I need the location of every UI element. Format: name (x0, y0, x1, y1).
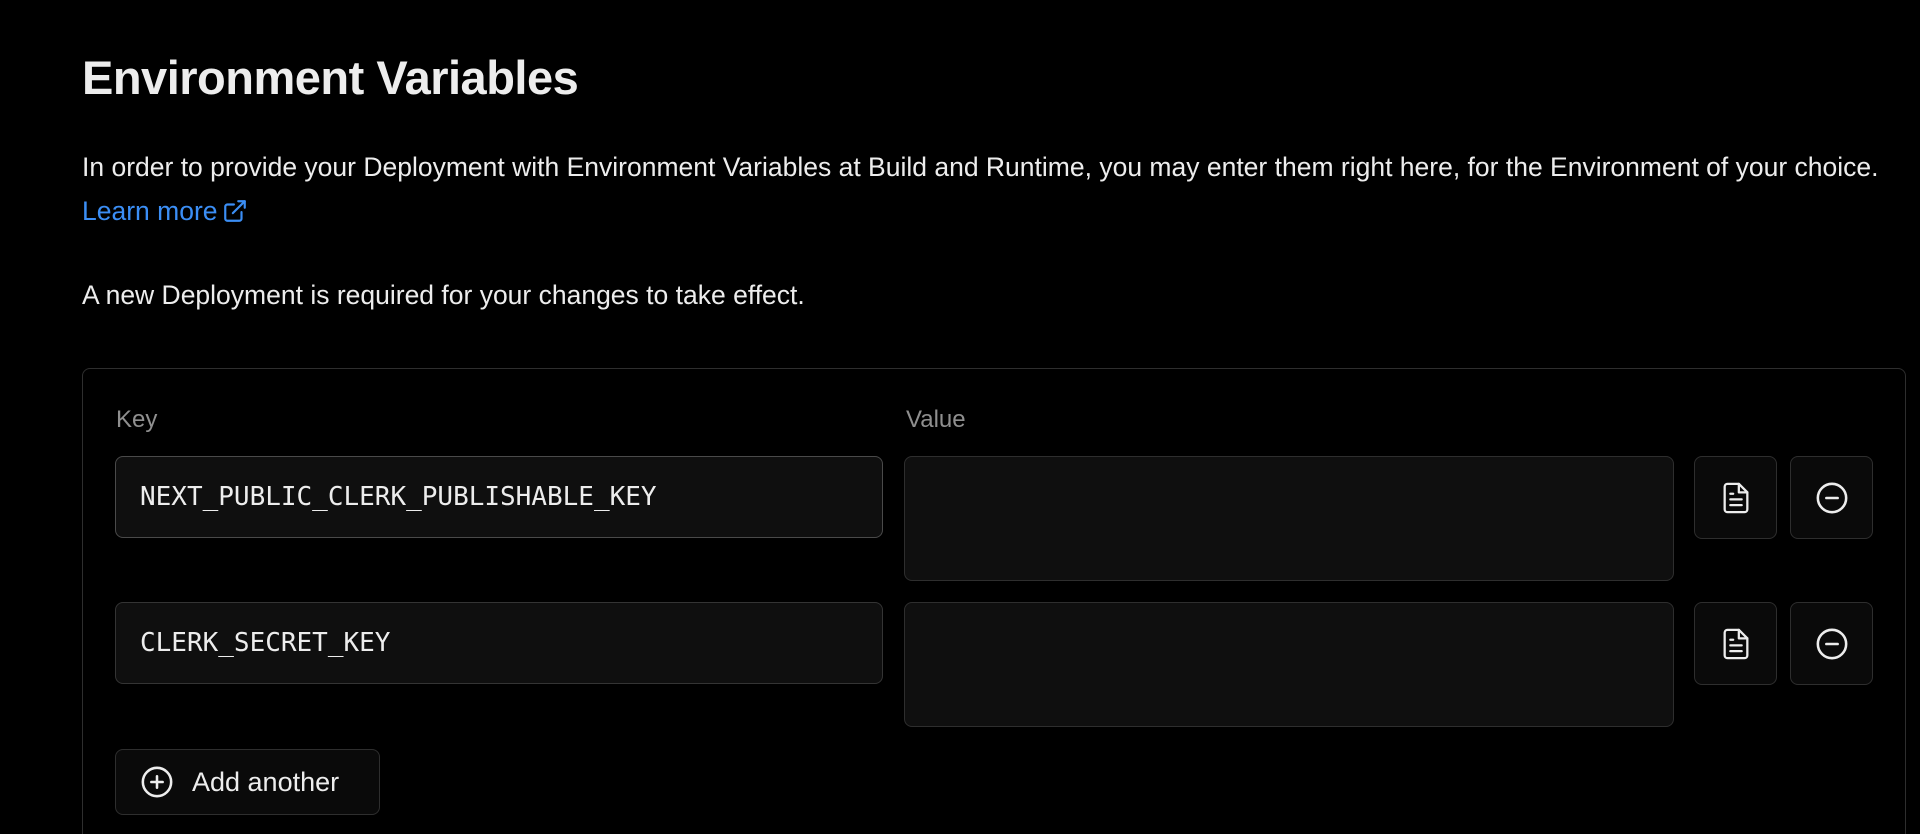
plus-circle-icon (141, 766, 173, 798)
import-file-button[interactable] (1694, 602, 1777, 685)
external-link-icon (223, 200, 246, 222)
env-value-input[interactable] (904, 602, 1674, 727)
description-text: In order to provide your Deployment with… (82, 152, 1879, 182)
learn-more-label: Learn more (82, 196, 218, 226)
file-text-icon (1723, 482, 1748, 513)
remove-row-button[interactable] (1790, 456, 1873, 539)
env-vars-page: Environment Variables In order to provid… (0, 0, 1920, 834)
add-another-label: Add another (192, 766, 340, 797)
minus-circle-icon (1816, 482, 1847, 513)
env-key-input[interactable] (115, 602, 883, 684)
env-value-input[interactable] (904, 456, 1674, 581)
env-key-input[interactable] (115, 456, 883, 538)
page-title: Environment Variables (82, 51, 579, 104)
file-text-icon (1723, 628, 1748, 659)
value-column-label: Value (906, 406, 966, 433)
learn-more-link[interactable]: Learn more (82, 189, 248, 233)
add-another-button[interactable]: Add another (115, 749, 380, 815)
minus-circle-icon (1816, 628, 1847, 659)
import-file-button[interactable] (1694, 456, 1777, 539)
page-description: In order to provide your Deployment with… (82, 145, 1902, 233)
key-column-label: Key (116, 406, 158, 433)
remove-row-button[interactable] (1790, 602, 1873, 685)
deployment-notice: A new Deployment is required for your ch… (82, 280, 805, 310)
